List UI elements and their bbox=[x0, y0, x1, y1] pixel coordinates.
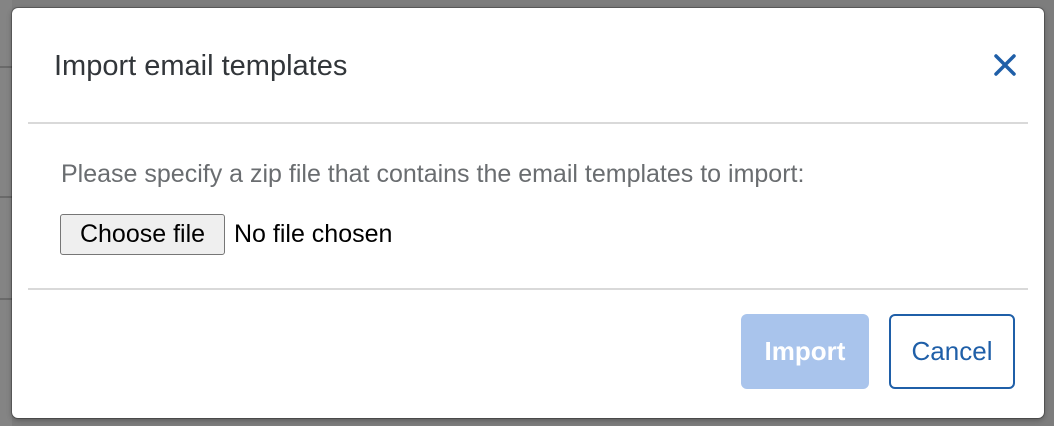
cancel-button[interactable]: Cancel bbox=[889, 314, 1015, 389]
instruction-text: Please specify a zip file that contains … bbox=[61, 160, 805, 188]
dialog-body: Please specify a zip file that contains … bbox=[12, 124, 1044, 288]
import-email-templates-dialog: Import email templates Please specify a … bbox=[12, 8, 1044, 418]
dialog-title: Import email templates bbox=[54, 50, 348, 82]
dialog-header: Import email templates bbox=[28, 8, 1028, 124]
choose-file-button[interactable]: Choose file bbox=[60, 214, 225, 255]
close-icon bbox=[994, 54, 1016, 76]
background-divider bbox=[0, 196, 12, 198]
footer-divider bbox=[28, 288, 1028, 290]
close-button[interactable] bbox=[988, 48, 1022, 82]
file-status-text: No file chosen bbox=[234, 220, 393, 248]
import-button[interactable]: Import bbox=[741, 314, 869, 389]
background-divider bbox=[0, 298, 12, 300]
background-divider bbox=[0, 66, 12, 68]
background-page-edge bbox=[0, 0, 12, 426]
